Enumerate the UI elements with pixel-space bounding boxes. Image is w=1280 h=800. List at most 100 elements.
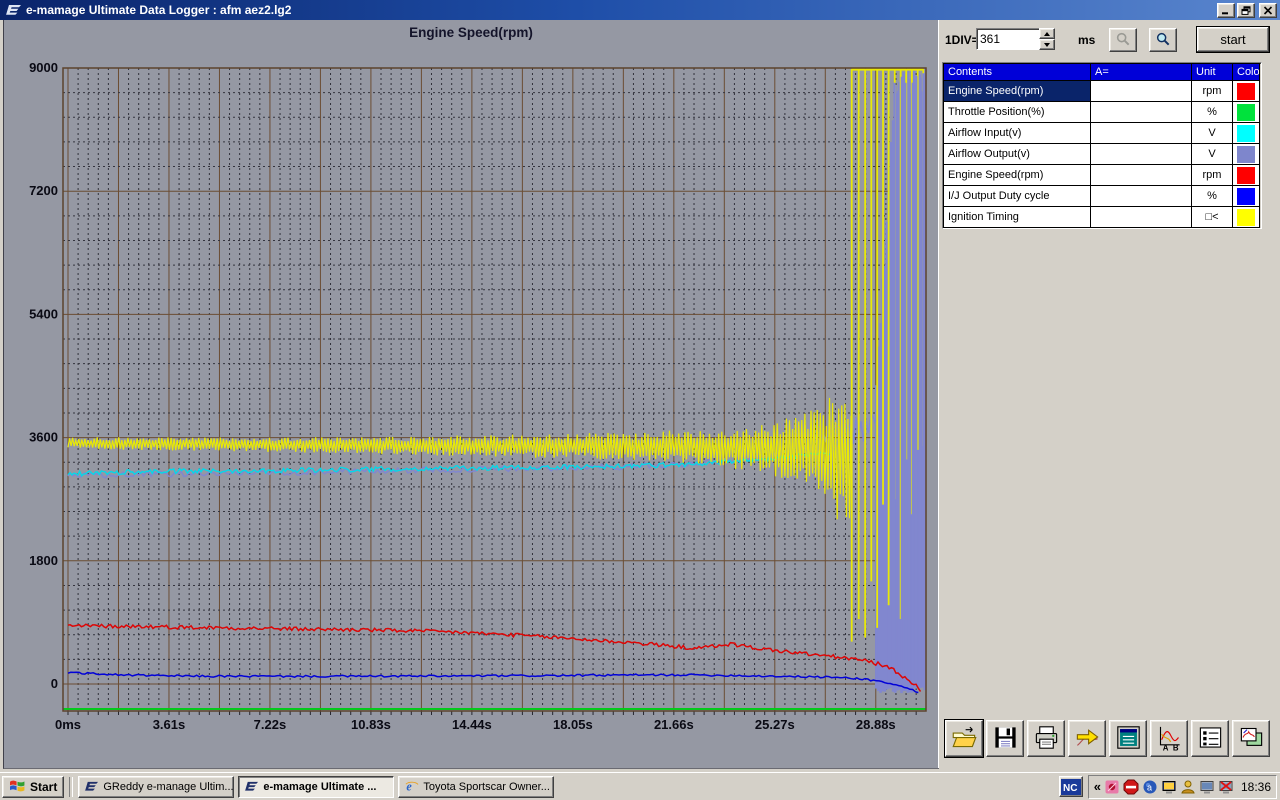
col-header-a[interactable]: A= bbox=[1091, 64, 1192, 81]
col-header-unit[interactable]: Unit bbox=[1192, 64, 1233, 81]
a-value-cell bbox=[1091, 186, 1192, 207]
table-row[interactable]: Engine Speed(rpm) rpm bbox=[944, 165, 1260, 186]
close-button[interactable] bbox=[1259, 3, 1277, 18]
unit-cell: □< bbox=[1192, 207, 1233, 228]
desktop: e-mamage Ultimate Data Logger : afm aez2… bbox=[0, 0, 1280, 800]
nc-tray-button[interactable]: NC bbox=[1059, 776, 1083, 797]
color-swatch-cell bbox=[1233, 123, 1260, 144]
unit-cell: V bbox=[1192, 144, 1233, 165]
svg-text:NC: NC bbox=[1063, 783, 1077, 794]
unit-cell: rpm bbox=[1192, 81, 1233, 102]
a-value-cell bbox=[1091, 144, 1192, 165]
windows-logo-icon bbox=[9, 778, 26, 796]
open-file-button[interactable] bbox=[945, 720, 983, 757]
save-icon bbox=[992, 724, 1019, 754]
table-row[interactable]: Throttle Position(%)% bbox=[944, 102, 1260, 123]
channel-name-cell[interactable]: Engine Speed(rpm) bbox=[944, 81, 1091, 102]
emanage-icon bbox=[244, 779, 259, 794]
table-row[interactable]: Engine Speed(rpm) rpm bbox=[944, 81, 1260, 102]
start-logging-button[interactable]: start bbox=[1196, 26, 1270, 53]
a-value-cell bbox=[1091, 81, 1192, 102]
print-button[interactable] bbox=[1027, 720, 1065, 757]
unit-cell: rpm bbox=[1192, 165, 1233, 186]
svg-text:18.05s: 18.05s bbox=[553, 717, 593, 732]
pink-app-icon[interactable] bbox=[1104, 779, 1120, 795]
svg-text:25.27s: 25.27s bbox=[755, 717, 795, 732]
color-swatch-cell bbox=[1233, 165, 1260, 186]
export-button[interactable] bbox=[1068, 720, 1106, 757]
minimize-button[interactable] bbox=[1217, 3, 1235, 18]
ie-icon: e bbox=[404, 779, 419, 794]
bottom-toolbar: AB bbox=[945, 720, 1270, 757]
svg-text:7.22s: 7.22s bbox=[254, 717, 287, 732]
taskbar-task-button[interactable]: e-mamage Ultimate ... bbox=[238, 776, 394, 798]
a-value-cell bbox=[1091, 207, 1192, 228]
task-label: e-mamage Ultimate ... bbox=[263, 781, 376, 793]
monitor-offline-icon[interactable] bbox=[1218, 779, 1234, 795]
col-header-contents[interactable]: Contents bbox=[944, 64, 1091, 81]
channel-name-cell[interactable]: Throttle Position(%) bbox=[944, 102, 1091, 123]
export-arrow-icon bbox=[1074, 724, 1101, 754]
channel-name-cell[interactable]: I/J Output Duty cycle bbox=[944, 186, 1091, 207]
monitor-gray-icon[interactable] bbox=[1199, 779, 1215, 795]
table-row[interactable]: Airflow Input(v) V bbox=[944, 123, 1260, 144]
globe-icon[interactable]: a bbox=[1142, 779, 1158, 795]
map-view-button[interactable] bbox=[1232, 720, 1270, 757]
taskbar-task-button[interactable]: GReddy e-manage Ultim... bbox=[78, 776, 234, 798]
save-file-button[interactable] bbox=[986, 720, 1024, 757]
spinner-up[interactable] bbox=[1039, 28, 1055, 39]
svg-text:a: a bbox=[1147, 782, 1152, 792]
a-value-cell bbox=[1091, 123, 1192, 144]
collapse-chevron-icon[interactable]: « bbox=[1094, 780, 1101, 793]
monitor-display-icon[interactable] bbox=[1161, 779, 1177, 795]
color-swatch-cell bbox=[1233, 186, 1260, 207]
task-label: Toyota Sportscar Owner... bbox=[423, 781, 550, 793]
svg-text:B: B bbox=[1172, 743, 1178, 751]
svg-text:28.88s: 28.88s bbox=[856, 717, 896, 732]
window-list-icon bbox=[1115, 724, 1142, 754]
window-title: e-mamage Ultimate Data Logger : afm aez2… bbox=[26, 3, 291, 17]
chart-panel: Engine Speed(rpm)9000720054003600180000m… bbox=[3, 20, 939, 769]
svg-text:5400: 5400 bbox=[29, 306, 58, 321]
compare-graphs-button[interactable]: AB bbox=[1150, 720, 1188, 757]
task-buttons: GReddy e-manage Ultim... e-mamage Ultimat… bbox=[78, 776, 554, 798]
taskbar-clock: 18:36 bbox=[1241, 780, 1271, 794]
title-bar: e-mamage Ultimate Data Logger : afm aez2… bbox=[0, 0, 1280, 20]
zoom-in-button[interactable] bbox=[1149, 28, 1177, 52]
channel-name-cell[interactable]: Airflow Input(v) bbox=[944, 123, 1091, 144]
table-row[interactable]: Ignition Timing □< bbox=[944, 207, 1260, 228]
logger-chart: Engine Speed(rpm)9000720054003600180000m… bbox=[4, 20, 939, 768]
unit-cell: % bbox=[1192, 102, 1233, 123]
app-logo-icon bbox=[5, 3, 21, 17]
col-header-color[interactable]: Color bbox=[1233, 64, 1260, 81]
spinner-down[interactable] bbox=[1039, 39, 1055, 50]
start-menu-button[interactable]: Start bbox=[2, 776, 64, 798]
div-input[interactable] bbox=[976, 28, 1040, 50]
svg-text:21.66s: 21.66s bbox=[654, 717, 694, 732]
color-swatch bbox=[1237, 146, 1255, 163]
div-label: 1DIV= bbox=[945, 33, 979, 47]
table-row[interactable]: I/J Output Duty cycle% bbox=[944, 186, 1260, 207]
table-header-row: Contents A= Unit Color bbox=[944, 64, 1260, 81]
zoom-out-button[interactable] bbox=[1109, 28, 1137, 52]
table-row[interactable]: Airflow Output(v) V bbox=[944, 144, 1260, 165]
svg-text:3600: 3600 bbox=[29, 430, 58, 445]
list-view-button[interactable] bbox=[1191, 720, 1229, 757]
graph-compare-icon: AB bbox=[1156, 724, 1183, 754]
start-label: Start bbox=[30, 780, 57, 794]
color-swatch-cell bbox=[1233, 207, 1260, 228]
window-view-button[interactable] bbox=[1109, 720, 1147, 757]
magnifier-disabled-icon bbox=[1115, 31, 1131, 50]
user-icon[interactable] bbox=[1180, 779, 1196, 795]
svg-text:Engine Speed(rpm): Engine Speed(rpm) bbox=[409, 25, 533, 40]
print-icon bbox=[1033, 724, 1060, 754]
taskbar-task-button[interactable]: e Toyota Sportscar Owner... bbox=[398, 776, 554, 798]
stop-sign-icon[interactable] bbox=[1123, 779, 1139, 795]
channel-table: Contents A= Unit Color Engine Speed(rpm)… bbox=[942, 62, 1262, 229]
unit-cell: V bbox=[1192, 123, 1233, 144]
color-swatch-cell bbox=[1233, 81, 1260, 102]
channel-name-cell[interactable]: Engine Speed(rpm) bbox=[944, 165, 1091, 186]
restore-button[interactable] bbox=[1237, 3, 1255, 18]
channel-name-cell[interactable]: Ignition Timing bbox=[944, 207, 1091, 228]
channel-name-cell[interactable]: Airflow Output(v) bbox=[944, 144, 1091, 165]
